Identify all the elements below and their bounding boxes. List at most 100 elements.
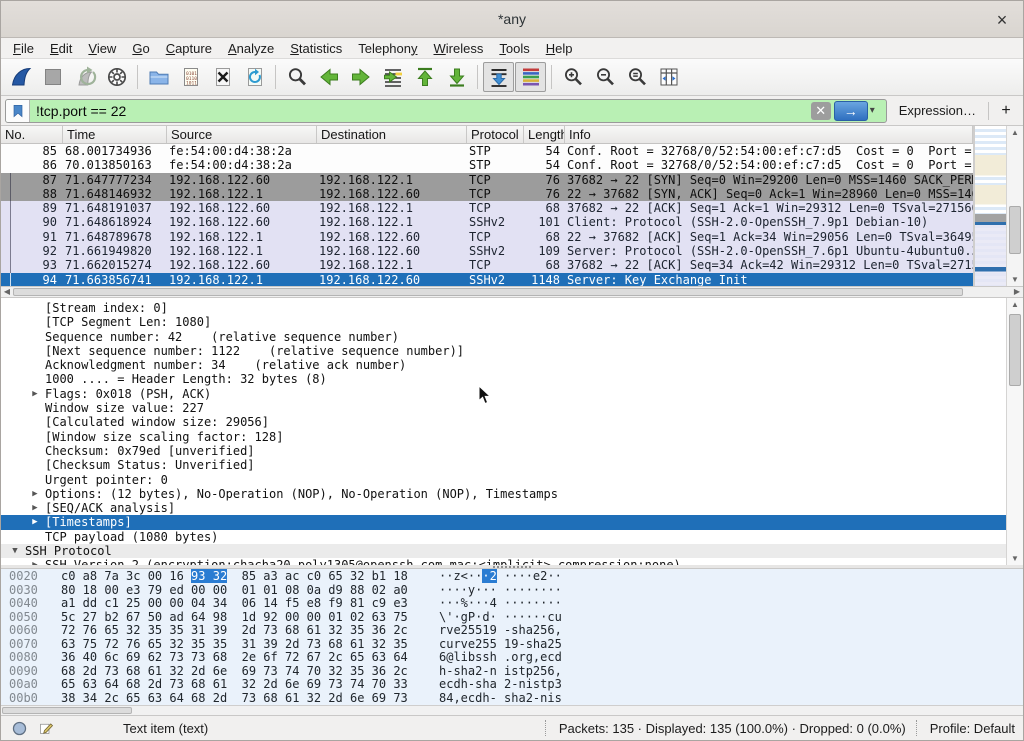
add-filter-button[interactable]: + — [995, 102, 1017, 120]
detail-line-15[interactable]: ▶[Timestamps] — [1, 515, 1006, 529]
scrollbar-thumb[interactable] — [1009, 206, 1021, 254]
stop-capture-button[interactable] — [37, 62, 68, 92]
packet-row-87[interactable]: 8771.647777234192.168.122.60192.168.122.… — [1, 173, 973, 187]
hex-row-0030[interactable]: 003080 18 00 e3 79 ed 00 00 01 01 08 0a … — [9, 584, 1023, 598]
detail-line-18[interactable]: ▶SSH Version 2 (encryption:chacha20-poly… — [1, 558, 1006, 565]
filter-apply-button[interactable]: → — [834, 101, 868, 121]
hex-row-0040[interactable]: 0040a1 dd c1 25 00 00 04 34 06 14 f5 e8 … — [9, 597, 1023, 611]
ascii-bytes[interactable]: curve255 19-sha25 — [439, 638, 562, 652]
packet-row-92[interactable]: 9271.661949820192.168.122.1192.168.122.6… — [1, 244, 973, 258]
auto-scroll-button[interactable] — [483, 62, 514, 92]
collapsed-arrow-icon[interactable]: ▶ — [29, 387, 41, 401]
detail-line-14[interactable]: ▶[SEQ/ACK analysis] — [1, 501, 1006, 515]
detail-line-3[interactable]: [Next sequence number: 1122 (relative se… — [1, 344, 1006, 358]
menu-telephony[interactable]: Telephony — [350, 40, 425, 57]
packet-row-89[interactable]: 8971.648191037192.168.122.60192.168.122.… — [1, 201, 973, 215]
detail-line-11[interactable]: [Checksum Status: Unverified] — [1, 458, 1006, 472]
hex-row-00b0[interactable]: 00b038 34 2c 65 63 64 68 2d 73 68 61 32 … — [9, 692, 1023, 706]
ascii-bytes[interactable]: 6@libssh .org,ecd — [439, 651, 562, 665]
hex-bytes[interactable]: 65 63 64 68 2d 73 68 61 32 2d 6e 69 73 7… — [61, 678, 413, 692]
scrollbar-thumb[interactable] — [1009, 314, 1021, 386]
hex-bytes[interactable]: 68 2d 73 68 61 32 2d 6e 69 73 74 70 32 3… — [61, 665, 413, 679]
details-vscrollbar[interactable]: ▲ ▼ — [1006, 298, 1023, 565]
ascii-bytes[interactable]: ···%···4 ········ — [439, 597, 562, 611]
next-packet-button[interactable] — [345, 62, 376, 92]
detail-line-9[interactable]: [Window size scaling factor: 128] — [1, 430, 1006, 444]
capture-options-button[interactable] — [101, 62, 132, 92]
first-packet-button[interactable] — [409, 62, 440, 92]
window-close-icon[interactable]: × — [989, 7, 1015, 33]
hex-bytes[interactable]: c0 a8 7a 3c 00 16 93 32 85 a3 ac c0 65 3… — [61, 570, 413, 584]
menu-file[interactable]: File — [5, 40, 42, 57]
detail-line-6[interactable]: ▶Flags: 0x018 (PSH, ACK) — [1, 387, 1006, 401]
filter-clear-button[interactable]: ✕ — [811, 102, 831, 120]
scroll-left-icon[interactable]: ◀ — [1, 287, 13, 297]
ascii-bytes[interactable]: ··z<···2 ····e2·· — [439, 570, 562, 584]
zoom-out-button[interactable] — [589, 62, 620, 92]
collapsed-arrow-icon[interactable]: ▶ — [29, 501, 41, 515]
detail-line-13[interactable]: ▶Options: (12 bytes), No-Operation (NOP)… — [1, 487, 1006, 501]
hex-row-0060[interactable]: 006072 76 65 32 35 35 31 39 2d 73 68 61 … — [9, 624, 1023, 638]
detail-line-2[interactable]: Sequence number: 42 (relative sequence n… — [1, 330, 1006, 344]
column-header-info[interactable]: Info — [565, 126, 973, 143]
packet-list-vscrollbar[interactable]: ▲ ▼ — [1006, 126, 1023, 286]
menu-capture[interactable]: Capture — [158, 40, 220, 57]
menu-statistics[interactable]: Statistics — [282, 40, 350, 57]
scroll-up-icon[interactable]: ▲ — [1007, 298, 1023, 311]
detail-line-8[interactable]: [Calculated window size: 29056] — [1, 415, 1006, 429]
filter-bookmark-button[interactable] — [6, 100, 30, 122]
collapsed-arrow-icon[interactable]: ▶ — [29, 487, 41, 501]
expert-info-icon[interactable] — [11, 720, 28, 737]
close-file-button[interactable] — [207, 62, 238, 92]
zoom-original-button[interactable] — [621, 62, 652, 92]
hex-bytes[interactable]: 36 40 6c 69 62 73 73 68 2e 6f 72 67 2c 6… — [61, 651, 413, 665]
ascii-bytes[interactable]: \'·gP·d· ······cu — [439, 611, 562, 625]
scrollbar-thumb[interactable] — [2, 707, 132, 714]
ascii-bytes[interactable]: ····y··· ········ — [439, 584, 562, 598]
hex-row-0080[interactable]: 008036 40 6c 69 62 73 73 68 2e 6f 72 67 … — [9, 651, 1023, 665]
ascii-bytes[interactable]: rve25519 -sha256, — [439, 624, 562, 638]
capture-comment-icon[interactable] — [38, 720, 55, 737]
menu-edit[interactable]: Edit — [42, 40, 80, 57]
detail-line-10[interactable]: Checksum: 0x79ed [unverified] — [1, 444, 1006, 458]
column-header-destination[interactable]: Destination — [317, 126, 467, 143]
packet-row-94[interactable]: 9471.663856741192.168.122.1192.168.122.6… — [1, 273, 973, 286]
detail-line-4[interactable]: Acknowledgment number: 34 (relative ack … — [1, 358, 1006, 372]
column-header-length[interactable]: Length — [524, 126, 565, 143]
hex-bytes[interactable]: 80 18 00 e3 79 ed 00 00 01 01 08 0a d9 8… — [61, 584, 413, 598]
goto-packet-button[interactable] — [377, 62, 408, 92]
save-file-button[interactable]: 010101101011 — [175, 62, 206, 92]
last-packet-button[interactable] — [441, 62, 472, 92]
column-header-no[interactable]: No. — [1, 126, 63, 143]
menu-wireless[interactable]: Wireless — [426, 40, 492, 57]
resize-columns-button[interactable] — [653, 62, 684, 92]
hex-row-0070[interactable]: 007063 75 72 76 65 32 35 35 31 39 2d 73 … — [9, 638, 1023, 652]
detail-line-1[interactable]: [TCP Segment Len: 1080] — [1, 315, 1006, 329]
packet-list-hscrollbar[interactable]: ◀ ▶ — [1, 287, 1023, 298]
profile-status[interactable]: Profile: Default — [930, 721, 1015, 736]
hex-bytes[interactable]: a1 dd c1 25 00 00 04 34 06 14 f5 e8 f9 8… — [61, 597, 413, 611]
filter-history-dropdown-icon[interactable]: ▾ — [870, 105, 882, 116]
detail-line-17[interactable]: ▼SSH Protocol — [1, 544, 1006, 558]
menu-analyze[interactable]: Analyze — [220, 40, 282, 57]
hex-bytes[interactable]: 72 76 65 32 35 35 31 39 2d 73 68 61 32 3… — [61, 624, 413, 638]
scroll-up-icon[interactable]: ▲ — [1007, 126, 1023, 139]
packet-row-85[interactable]: 8568.001734936fe:54:00:d4:38:2aSTP54Conf… — [1, 144, 973, 158]
scroll-right-icon[interactable]: ▶ — [1011, 287, 1023, 297]
hex-bytes[interactable]: 5c 27 b2 67 50 ad 64 98 1d 92 00 00 01 0… — [61, 611, 413, 625]
scroll-down-icon[interactable]: ▼ — [1007, 273, 1023, 286]
zoom-in-button[interactable] — [557, 62, 588, 92]
expanded-arrow-icon[interactable]: ▼ — [9, 544, 21, 558]
menu-help[interactable]: Help — [538, 40, 581, 57]
hex-row-0090[interactable]: 009068 2d 73 68 61 32 2d 6e 69 73 74 70 … — [9, 665, 1023, 679]
open-file-button[interactable] — [143, 62, 174, 92]
column-header-source[interactable]: Source — [167, 126, 317, 143]
detail-line-12[interactable]: Urgent pointer: 0 — [1, 473, 1006, 487]
menu-go[interactable]: Go — [124, 40, 157, 57]
hex-bytes[interactable]: 38 34 2c 65 63 64 68 2d 73 68 61 32 2d 6… — [61, 692, 413, 706]
start-capture-button[interactable] — [5, 62, 36, 92]
previous-packet-button[interactable] — [313, 62, 344, 92]
packet-row-90[interactable]: 9071.648618924192.168.122.60192.168.122.… — [1, 215, 973, 229]
collapsed-arrow-icon[interactable]: ▶ — [29, 558, 41, 565]
reload-file-button[interactable] — [239, 62, 270, 92]
